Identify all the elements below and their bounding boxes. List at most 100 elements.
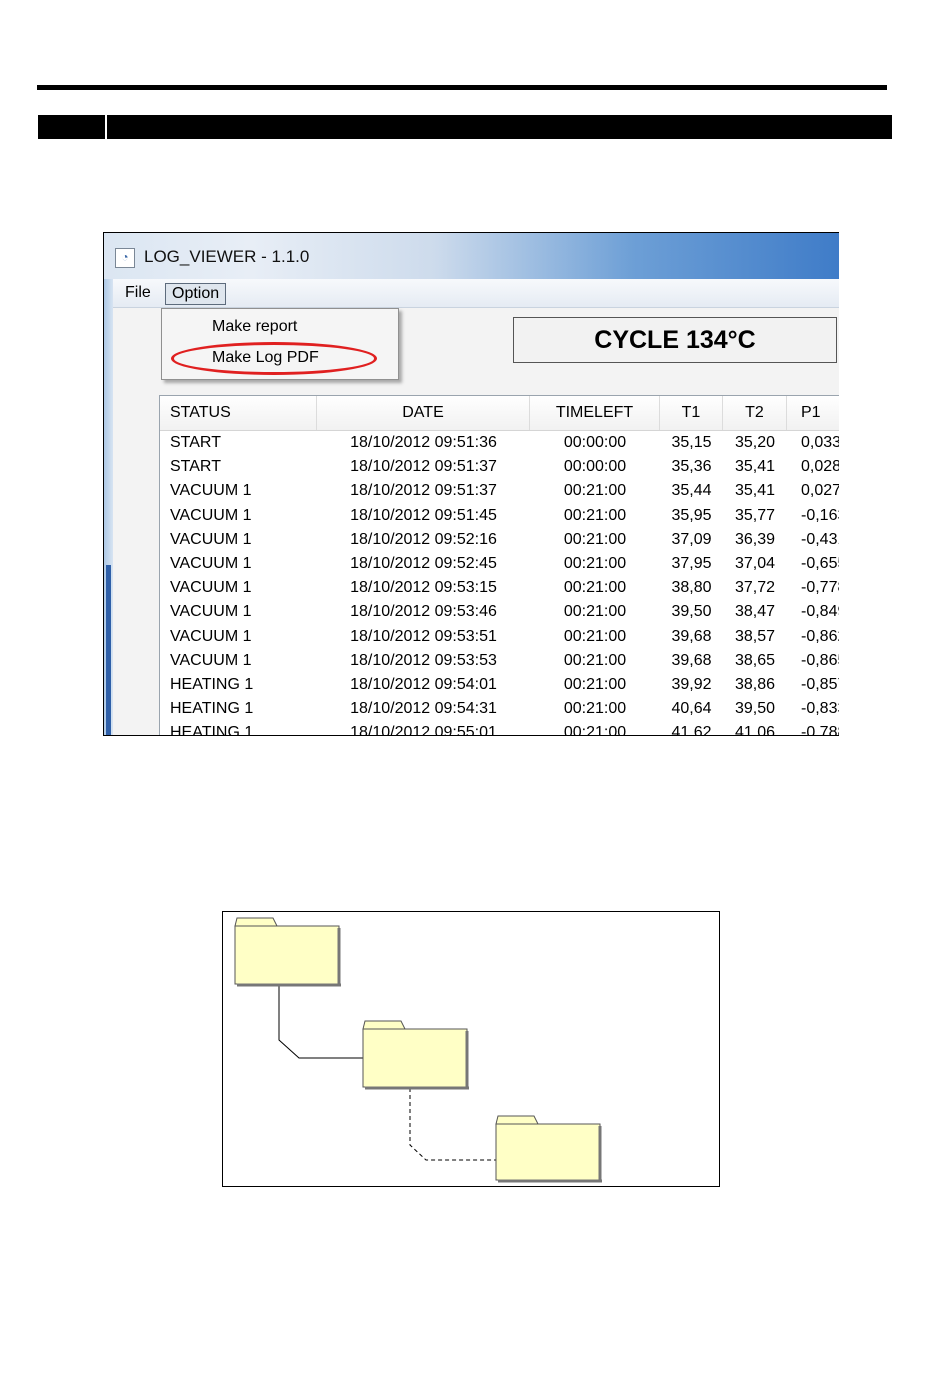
cell-timeleft: 00:21:00 <box>563 482 627 500</box>
cell-date: 18/10/2012 09:51:36 <box>350 434 497 451</box>
column-header-t2[interactable]: T2 <box>723 396 787 430</box>
cell-p1: -0,849 <box>801 603 839 621</box>
cell-p1: -0,431 <box>801 530 839 548</box>
cell-timeleft: 00:21:00 <box>563 724 627 736</box>
cell-t1: 40,64 <box>671 700 712 718</box>
cell-timeleft: 00:21:00 <box>563 676 627 693</box>
cell-t1: 39,92 <box>671 676 712 693</box>
cell-date: 18/10/2012 09:54:31 <box>350 700 497 718</box>
cell-timeleft: 00:21:00 <box>563 700 627 718</box>
cell-date: 18/10/2012 09:53:51 <box>350 627 497 645</box>
cell-p1: -0,163 <box>801 506 839 524</box>
column-header-date[interactable]: DATE <box>317 396 530 430</box>
cell-status: VACUUM 1 <box>170 555 252 572</box>
table-row[interactable]: VACUUM 1 18/10/2012 09:51:45 00:21:00 35,95… <box>160 504 839 528</box>
cell-timeleft: 00:21:00 <box>563 627 627 645</box>
cell-t2: 37,72 <box>734 579 776 597</box>
column-header-t1[interactable]: T1 <box>660 396 723 430</box>
cell-t1: 37,09 <box>671 530 712 548</box>
log-table-header: STATUS DATE TIMELEFT T1 T2 P1 <box>160 396 839 431</box>
table-row[interactable]: VACUUM 1 18/10/2012 09:53:46 00:21:00 39,50… <box>160 600 839 624</box>
section-bar-divider <box>105 115 107 139</box>
highlight-circle <box>171 342 377 375</box>
cell-t1: 38,80 <box>671 579 712 597</box>
table-row[interactable]: HEATING 1 18/10/2012 09:55:01 00:21:00 41,6… <box>160 721 839 736</box>
cell-p1: -0,788 <box>801 724 839 736</box>
cell-date: 18/10/2012 09:53:53 <box>350 651 497 669</box>
table-row[interactable]: START 18/10/2012 09:51:37 00:00:00 35,36 35,… <box>160 455 839 479</box>
table-row[interactable]: VACUUM 1 18/10/2012 09:53:53 00:21:00 39,68… <box>160 649 839 673</box>
cell-date: 18/10/2012 09:51:37 <box>350 458 497 476</box>
cell-status: VACUUM 1 <box>170 603 252 621</box>
cell-date: 18/10/2012 09:53:15 <box>350 579 497 597</box>
column-header-timeleft[interactable]: TIMELEFT <box>530 396 660 430</box>
cell-status: VACUUM 1 <box>170 530 252 548</box>
option-dropdown-menu: Make report Make Log PDF <box>161 308 399 380</box>
cell-t2: 39,50 <box>734 700 776 718</box>
window-frame-shadow <box>106 565 111 735</box>
cell-t2: 38,65 <box>734 651 776 669</box>
table-row[interactable]: VACUUM 1 18/10/2012 09:51:37 00:21:00 35,44… <box>160 479 839 503</box>
cell-t2: 41,06 <box>734 724 776 736</box>
cell-status: VACUUM 1 <box>170 482 252 500</box>
cell-status: HEATING 1 <box>170 700 254 718</box>
table-row[interactable]: VACUUM 1 18/10/2012 09:53:51 00:21:00 39,68… <box>160 625 839 649</box>
cell-t1: 35,36 <box>671 458 712 476</box>
table-row[interactable]: HEATING 1 18/10/2012 09:54:01 00:21:00 39,9… <box>160 673 839 697</box>
cell-t2: 36,39 <box>734 530 776 548</box>
table-row[interactable]: HEATING 1 18/10/2012 09:54:31 00:21:00 40,6… <box>160 697 839 721</box>
cell-p1: 0,027 <box>801 482 839 500</box>
table-row[interactable]: VACUUM 1 18/10/2012 09:52:16 00:21:00 37,09… <box>160 528 839 552</box>
cell-t1: 35,44 <box>671 482 712 500</box>
app-icon: ◔ <box>115 248 135 268</box>
menu-option[interactable]: Option <box>165 283 227 305</box>
menu-bar: File Option <box>113 279 839 308</box>
menu-item-make-report[interactable]: Make report <box>212 318 297 336</box>
log-table[interactable]: STATUS DATE TIMELEFT T1 T2 P1 START 18/10/2012… <box>159 395 839 736</box>
cell-t1: 37,95 <box>671 555 712 572</box>
cell-p1: -0,778 <box>801 579 839 597</box>
cell-timeleft: 00:21:00 <box>563 506 627 524</box>
cell-timeleft: 00:21:00 <box>563 555 627 572</box>
cell-date: 18/10/2012 09:52:45 <box>350 555 497 572</box>
cell-t1: 35,15 <box>671 434 712 451</box>
table-row[interactable]: VACUUM 1 18/10/2012 09:52:45 00:21:00 37,95… <box>160 552 839 576</box>
section-header-bar <box>38 115 892 139</box>
cell-p1: -0,833 <box>801 700 839 718</box>
table-row[interactable]: START 18/10/2012 09:51:36 00:00:00 35,15 35,… <box>160 431 839 455</box>
cell-t1: 39,50 <box>671 603 712 621</box>
cell-date: 18/10/2012 09:54:01 <box>350 676 497 693</box>
cycle-label: CYCLE 134°C <box>513 317 837 363</box>
cell-timeleft: 00:21:00 <box>563 651 627 669</box>
cell-p1: -0,862 <box>801 627 839 645</box>
cell-date: 18/10/2012 09:52:16 <box>350 530 497 548</box>
cell-t1: 39,68 <box>671 651 712 669</box>
cell-p1: -0,865 <box>801 651 839 669</box>
cell-t2: 37,04 <box>734 555 776 572</box>
window-titlebar[interactable]: ◔ LOG_VIEWER - 1.1.0 <box>104 233 839 279</box>
cell-date: 18/10/2012 09:51:45 <box>350 506 497 524</box>
folder-icon-root <box>234 917 341 987</box>
folder-tree-svg <box>234 917 602 1183</box>
cell-timeleft: 00:21:00 <box>563 603 627 621</box>
log-viewer-window: ◔ LOG_VIEWER - 1.1.0 File Option CYCLE 1… <box>103 232 839 736</box>
cell-t2: 35,41 <box>734 482 776 500</box>
cell-date: 18/10/2012 09:51:37 <box>350 482 497 500</box>
cell-p1: 0,033 <box>801 434 839 451</box>
cell-timeleft: 00:21:00 <box>563 530 627 548</box>
cell-status: HEATING 1 <box>170 676 254 693</box>
cell-status: VACUUM 1 <box>170 627 252 645</box>
tree-connector-solid <box>278 985 363 1059</box>
column-header-p1[interactable]: P1 <box>787 396 839 430</box>
column-header-status[interactable]: STATUS <box>160 396 317 430</box>
cell-timeleft: 00:00:00 <box>563 458 627 476</box>
folder-icon-grandchild <box>495 1115 602 1183</box>
window-title: LOG_VIEWER - 1.1.0 <box>144 247 310 266</box>
tree-connector-dashed <box>409 1088 496 1161</box>
cell-t1: 41,62 <box>671 724 712 736</box>
menu-file[interactable]: File <box>119 283 157 303</box>
cell-date: 18/10/2012 09:53:46 <box>350 603 497 621</box>
folder-icon-child <box>362 1020 469 1090</box>
cell-t2: 35,77 <box>734 506 776 524</box>
table-row[interactable]: VACUUM 1 18/10/2012 09:53:15 00:21:00 38,80… <box>160 576 839 600</box>
